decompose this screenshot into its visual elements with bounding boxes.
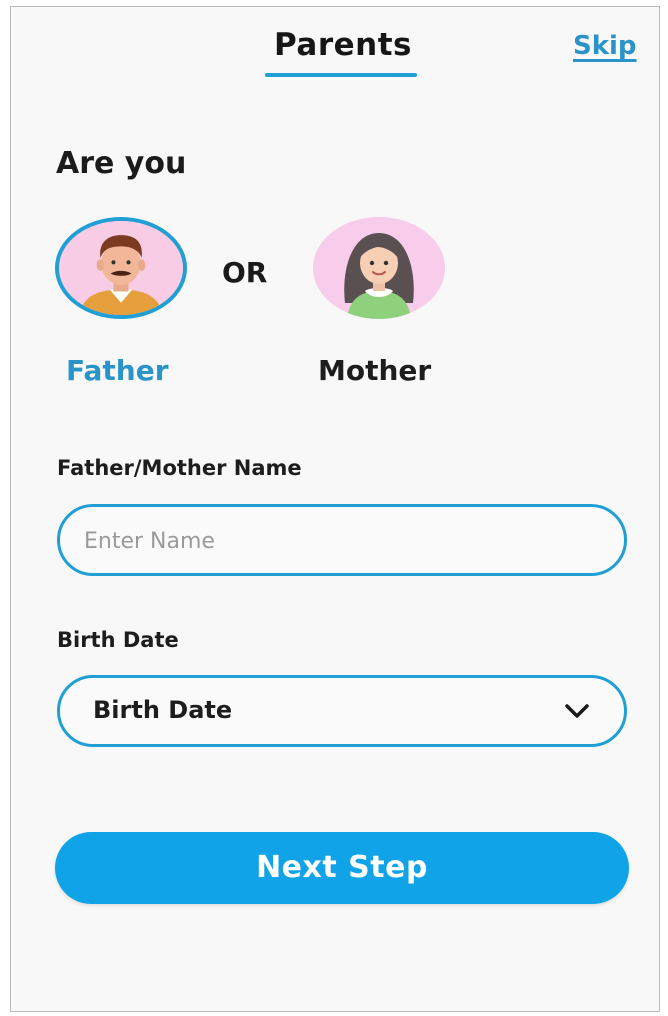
- birth-date-value: Birth Date: [93, 696, 233, 724]
- or-separator: OR: [222, 256, 268, 289]
- skip-link[interactable]: Skip: [573, 31, 637, 61]
- chevron-down-icon: [565, 704, 589, 718]
- question-heading: Are you: [56, 146, 187, 181]
- parents-screen: Parents Skip Are you OR Father Mother Fa…: [10, 6, 660, 1012]
- title-underline: [265, 73, 417, 77]
- mother-avatar-icon: [313, 217, 445, 319]
- page-title: Parents: [274, 27, 412, 63]
- mother-avatar-button[interactable]: [313, 217, 445, 319]
- birth-date-label: Birth Date: [57, 628, 179, 652]
- father-avatar-button[interactable]: [55, 217, 187, 319]
- name-field-label: Father/Mother Name: [57, 456, 302, 480]
- birth-date-dropdown[interactable]: Birth Date: [57, 675, 627, 747]
- father-avatar-icon: [59, 221, 183, 315]
- name-field-container: [57, 504, 627, 576]
- father-option-label[interactable]: Father: [66, 354, 169, 387]
- next-step-button[interactable]: Next Step: [55, 832, 629, 904]
- mother-option-label[interactable]: Mother: [318, 354, 431, 387]
- name-input[interactable]: [82, 507, 606, 575]
